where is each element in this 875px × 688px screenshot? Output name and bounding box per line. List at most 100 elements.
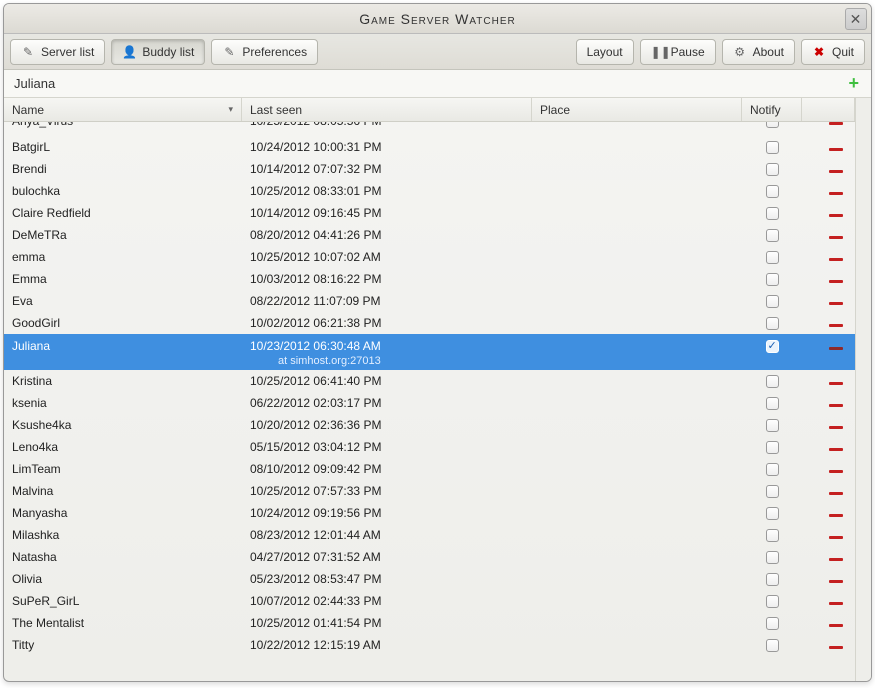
- table-row[interactable]: Leno4ka05/15/2012 03:04:12 PM: [4, 436, 855, 458]
- table-row[interactable]: Ksushe4ka10/20/2012 02:36:36 PM: [4, 414, 855, 436]
- remove-icon[interactable]: [829, 302, 843, 305]
- table-row[interactable]: Titty10/22/2012 12:15:19 AM: [4, 634, 855, 656]
- notify-checkbox[interactable]: [766, 207, 779, 220]
- remove-icon[interactable]: [829, 170, 843, 173]
- table-row[interactable]: Kristina10/25/2012 06:41:40 PM: [4, 370, 855, 392]
- table-row[interactable]: Emma10/03/2012 08:16:22 PM: [4, 268, 855, 290]
- table-row[interactable]: bulochka10/25/2012 08:33:01 PM: [4, 180, 855, 202]
- search-input[interactable]: [10, 74, 842, 93]
- remove-icon[interactable]: [829, 236, 843, 239]
- buddy-list-button[interactable]: 👤 Buddy list: [111, 39, 205, 65]
- table-row[interactable]: DeMeTRa08/20/2012 04:41:26 PM: [4, 224, 855, 246]
- col-notify[interactable]: Notify: [742, 98, 802, 121]
- cell-name: Manyasha: [4, 506, 242, 520]
- cell-name: Leno4ka: [4, 440, 242, 454]
- notify-checkbox[interactable]: [766, 375, 779, 388]
- table-row[interactable]: Olivia05/23/2012 08:53:47 PM: [4, 568, 855, 590]
- remove-icon[interactable]: [829, 624, 843, 627]
- server-list-label: Server list: [41, 45, 94, 59]
- notify-checkbox[interactable]: [766, 397, 779, 410]
- notify-checkbox[interactable]: [766, 485, 779, 498]
- notify-checkbox[interactable]: [766, 141, 779, 154]
- notify-checkbox[interactable]: [766, 617, 779, 630]
- window-close-button[interactable]: ✕: [845, 8, 867, 30]
- add-buddy-button[interactable]: +: [842, 73, 865, 94]
- notify-checkbox[interactable]: [766, 317, 779, 330]
- notify-checkbox[interactable]: [766, 340, 779, 353]
- col-last-seen[interactable]: Last seen: [242, 98, 532, 121]
- cell-name: bulochka: [4, 184, 242, 198]
- remove-icon[interactable]: [829, 404, 843, 407]
- table-row[interactable]: BatgirL10/24/2012 10:00:31 PM: [4, 136, 855, 158]
- table-row[interactable]: emma10/25/2012 10:07:02 AM: [4, 246, 855, 268]
- table-row[interactable]: Malvina10/25/2012 07:57:33 PM: [4, 480, 855, 502]
- notify-checkbox[interactable]: [766, 229, 779, 242]
- table-row[interactable]: Natasha04/27/2012 07:31:52 AM: [4, 546, 855, 568]
- remove-icon[interactable]: [829, 448, 843, 451]
- notify-checkbox[interactable]: [766, 163, 779, 176]
- table-row[interactable]: SuPeR_GirL10/07/2012 02:44:33 PM: [4, 590, 855, 612]
- remove-icon[interactable]: [829, 426, 843, 429]
- notify-checkbox[interactable]: [766, 639, 779, 652]
- remove-icon[interactable]: [829, 258, 843, 261]
- notify-checkbox[interactable]: [766, 463, 779, 476]
- notify-checkbox[interactable]: [766, 551, 779, 564]
- notify-checkbox[interactable]: [766, 507, 779, 520]
- col-name[interactable]: Name ▾: [4, 98, 242, 121]
- notify-checkbox[interactable]: [766, 273, 779, 286]
- preferences-button[interactable]: ✎ Preferences: [211, 39, 318, 65]
- quit-button[interactable]: ✖ Quit: [801, 39, 865, 65]
- remove-icon[interactable]: [829, 148, 843, 151]
- person-icon: 👤: [122, 45, 136, 59]
- table-row[interactable]: Anya_Virus10/25/2012 08:05:56 PM: [4, 122, 855, 136]
- table-row[interactable]: Milashka08/23/2012 12:01:44 AM: [4, 524, 855, 546]
- notify-checkbox[interactable]: [766, 122, 779, 128]
- remove-icon[interactable]: [829, 602, 843, 605]
- table-row[interactable]: ksenia06/22/2012 02:03:17 PM: [4, 392, 855, 414]
- col-place[interactable]: Place: [532, 98, 742, 121]
- remove-icon[interactable]: [829, 214, 843, 217]
- server-list-button[interactable]: ✎ Server list: [10, 39, 105, 65]
- remove-icon[interactable]: [829, 580, 843, 583]
- cell-remove: [802, 484, 855, 498]
- remove-icon[interactable]: [829, 192, 843, 195]
- remove-icon[interactable]: [829, 280, 843, 283]
- table-row[interactable]: GoodGirl10/02/2012 06:21:38 PM: [4, 312, 855, 334]
- cell-notify: [742, 229, 802, 242]
- cell-notify: [742, 639, 802, 652]
- remove-icon[interactable]: [829, 492, 843, 495]
- cell-name: Eva: [4, 294, 242, 308]
- remove-icon[interactable]: [829, 558, 843, 561]
- remove-icon[interactable]: [829, 122, 843, 125]
- notify-checkbox[interactable]: [766, 251, 779, 264]
- pause-button[interactable]: ❚❚ Pause: [640, 39, 716, 65]
- vertical-scrollbar[interactable]: [855, 98, 871, 681]
- notify-checkbox[interactable]: [766, 441, 779, 454]
- remove-icon[interactable]: [829, 324, 843, 327]
- buddy-table: Name ▾ Last seen Place Notify Anya_Virus…: [4, 98, 855, 681]
- notify-checkbox[interactable]: [766, 419, 779, 432]
- notify-checkbox[interactable]: [766, 185, 779, 198]
- remove-icon[interactable]: [829, 646, 843, 649]
- layout-button[interactable]: Layout: [576, 39, 634, 65]
- preferences-label: Preferences: [242, 45, 307, 59]
- table-row[interactable]: Eva08/22/2012 11:07:09 PM: [4, 290, 855, 312]
- remove-icon[interactable]: [829, 514, 843, 517]
- about-button[interactable]: ⚙ About: [722, 39, 795, 65]
- notify-checkbox[interactable]: [766, 529, 779, 542]
- remove-icon[interactable]: [829, 536, 843, 539]
- cell-remove: [802, 550, 855, 564]
- remove-icon[interactable]: [829, 470, 843, 473]
- table-row[interactable]: Brendi10/14/2012 07:07:32 PM: [4, 158, 855, 180]
- cell-name: Emma: [4, 272, 242, 286]
- remove-icon[interactable]: [829, 347, 843, 350]
- table-row[interactable]: Claire Redfield10/14/2012 09:16:45 PM: [4, 202, 855, 224]
- table-row[interactable]: LimTeam08/10/2012 09:09:42 PM: [4, 458, 855, 480]
- remove-icon[interactable]: [829, 382, 843, 385]
- notify-checkbox[interactable]: [766, 595, 779, 608]
- notify-checkbox[interactable]: [766, 295, 779, 308]
- table-row[interactable]: Manyasha10/24/2012 09:19:56 PM: [4, 502, 855, 524]
- table-row[interactable]: Juliana10/23/2012 06:30:48 AMat simhost.…: [4, 334, 855, 370]
- table-row[interactable]: The Mentalist10/25/2012 01:41:54 PM: [4, 612, 855, 634]
- notify-checkbox[interactable]: [766, 573, 779, 586]
